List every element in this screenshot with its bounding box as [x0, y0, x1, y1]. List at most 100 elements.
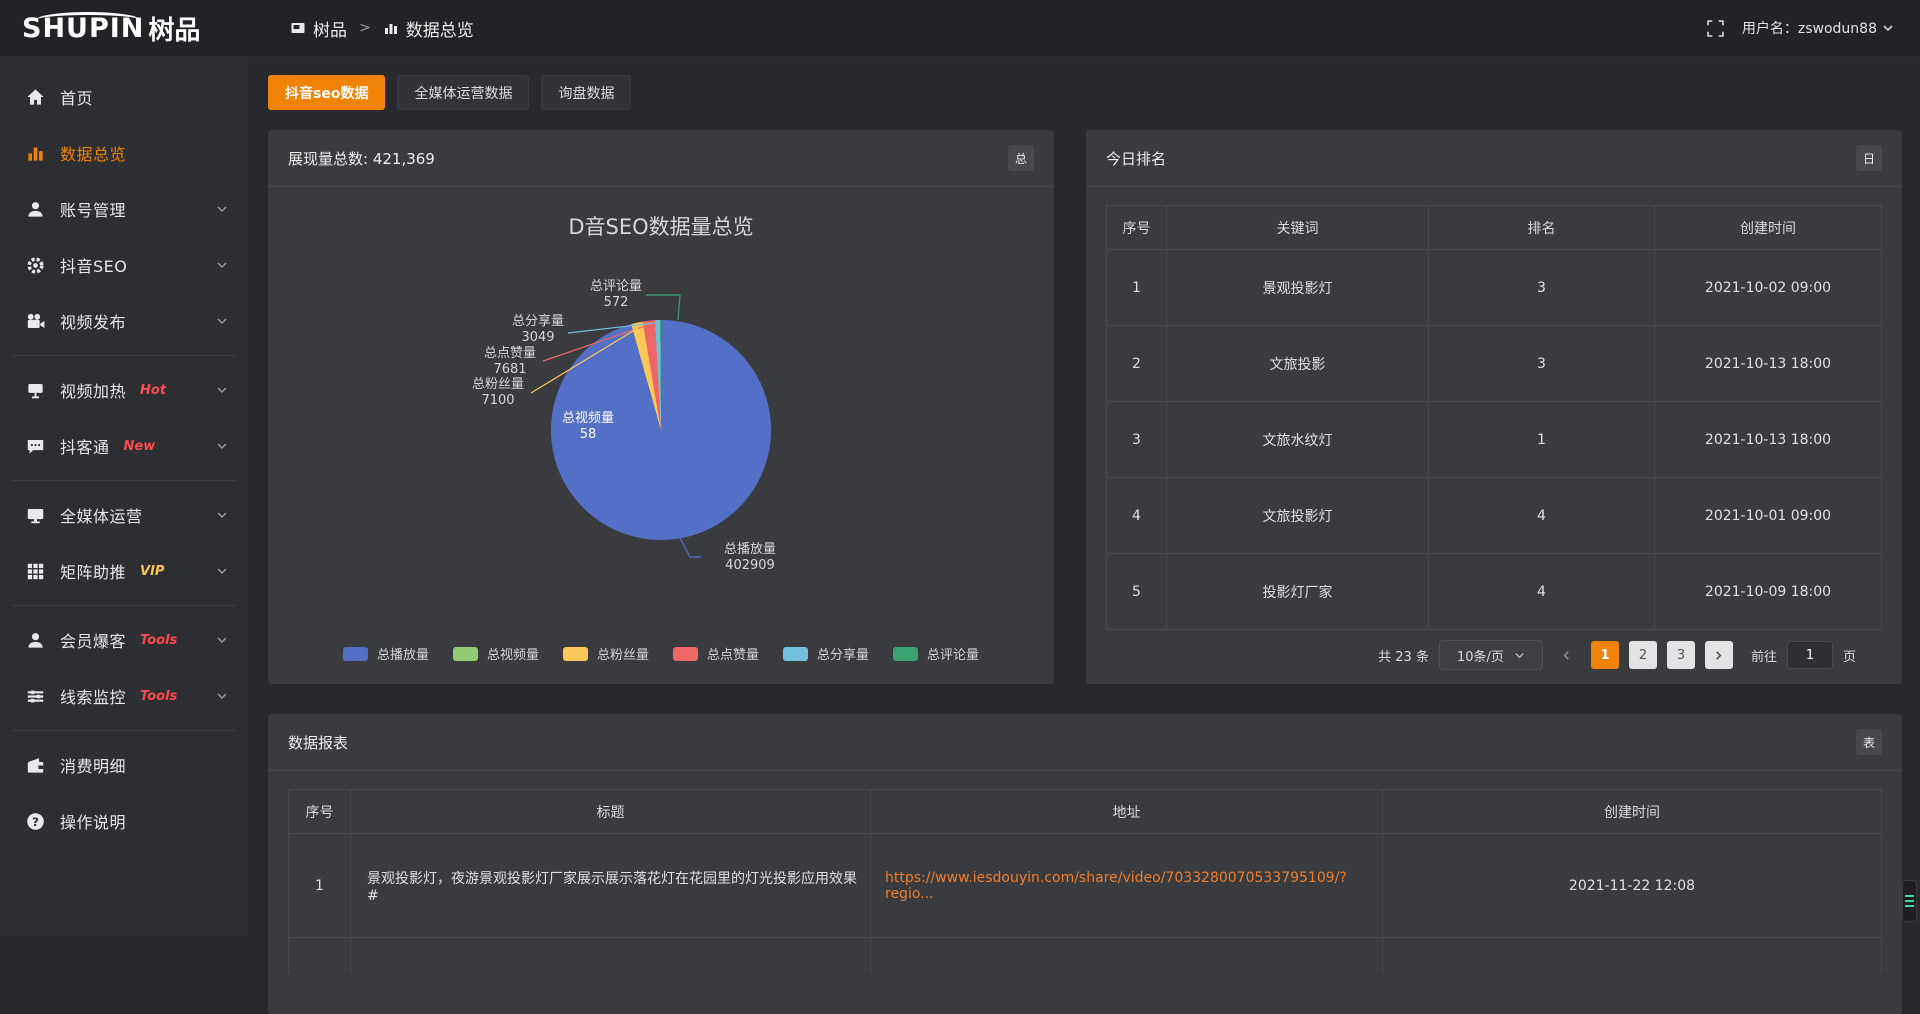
tab-media-operation-data[interactable]: 全媒体运营数据: [397, 75, 529, 110]
chevron-down-icon: [1882, 22, 1894, 34]
video-camera-icon: [26, 312, 45, 331]
prev-page-button[interactable]: [1553, 641, 1581, 669]
legend-item[interactable]: 总播放量: [343, 644, 429, 663]
column-header-created: 创建时间: [1655, 206, 1882, 250]
sidebar-item-label: 抖音SEO: [60, 253, 127, 277]
table-cell: 4: [1429, 554, 1655, 630]
sidebar: 首页 数据总览 账号管理 抖音SEO 视频发布 视频加热 Hot: [0, 57, 248, 936]
pie-label-value: 58: [562, 427, 614, 443]
breadcrumb-current-label: 数据总览: [406, 16, 474, 41]
tools-badge: Tools: [140, 633, 177, 648]
sidebar-item-matrix-boost[interactable]: 矩阵助推 VIP: [0, 543, 248, 599]
chart-title: D音SEO数据量总览: [568, 211, 753, 241]
sidebar-item-account[interactable]: 账号管理: [0, 181, 248, 237]
table-cell: 4: [1429, 478, 1655, 554]
sidebar-item-media-operation[interactable]: 全媒体运营: [0, 487, 248, 543]
main-content: 抖音seo数据 全媒体运营数据 询盘数据 展现量总数: 421,369 总 D音…: [248, 57, 1920, 936]
table-row: 5投影灯厂家42021-10-09 18:00: [1107, 554, 1882, 630]
gear-icon: [26, 256, 45, 275]
table-row: [289, 938, 1882, 974]
table-row: 4文旅投影灯42021-10-01 09:00: [1107, 478, 1882, 554]
sidebar-item-video-publish[interactable]: 视频发布: [0, 293, 248, 349]
tools-badge: Tools: [140, 689, 177, 704]
goto-page-input[interactable]: [1787, 641, 1833, 669]
sidebar-item-member-baoke[interactable]: 会员爆客 Tools: [0, 612, 248, 668]
column-header-keyword: 关键词: [1167, 206, 1429, 250]
report-panel: 数据报表 表 序号 标题 地址 创建时间 1景观投影灯，夜游景观投影灯厂家展示展…: [268, 714, 1902, 1014]
table-cell: [289, 938, 351, 974]
user-menu[interactable]: 用户名：zswodun88: [1742, 18, 1894, 38]
cell-index: 1: [289, 834, 351, 938]
legend-item[interactable]: 总评论量: [893, 644, 979, 663]
breadcrumb-root-label: 树品: [313, 16, 347, 41]
video-url-link[interactable]: https://www.iesdouyin.com/share/video/70…: [885, 870, 1347, 902]
pie-label-name: 总评论量: [590, 279, 642, 295]
billboard-icon: [26, 381, 45, 400]
breadcrumb-root[interactable]: 树品: [290, 16, 347, 41]
logo[interactable]: SHUPIN 树品: [0, 10, 248, 47]
page-button-1[interactable]: 1: [1591, 641, 1619, 669]
column-header-index: 序号: [289, 790, 351, 834]
chevron-down-icon: [216, 315, 228, 327]
breadcrumb-current[interactable]: 数据总览: [383, 16, 474, 41]
chevron-down-icon: [216, 690, 228, 702]
legend-item[interactable]: 总粉丝量: [563, 644, 649, 663]
sidebar-item-home[interactable]: 首页: [0, 69, 248, 125]
legend-item[interactable]: 总点赞量: [673, 644, 759, 663]
sidebar-item-consumption-detail[interactable]: 消费明细: [0, 737, 248, 793]
page-root: { "theme": { "accent_orange": "#f08307",…: [0, 0, 1920, 936]
sidebar-item-data-overview[interactable]: 数据总览: [0, 125, 248, 181]
leader-line-comments: [646, 295, 680, 320]
scrollbar-widget[interactable]: [1902, 880, 1917, 922]
chevron-down-icon: [216, 259, 228, 271]
legend-swatch: [563, 647, 588, 661]
chart-panel: 展现量总数: 421,369 总 D音SEO数据量总览 总评论量 572: [268, 130, 1054, 684]
chevron-down-icon: [216, 203, 228, 215]
data-tabs: 抖音seo数据 全媒体运营数据 询盘数据: [268, 75, 1902, 110]
sidebar-item-label: 全媒体运营: [60, 503, 143, 527]
ranking-panel: 今日排名 日 序号 关键词 排名 创建时间 1景观投影灯32021-10-02 …: [1086, 130, 1902, 684]
sidebar-item-label: 矩阵助推: [60, 559, 126, 583]
sidebar-item-clue-monitor[interactable]: 线索监控 Tools: [0, 668, 248, 724]
pie-label-name: 总视频量: [562, 411, 614, 427]
table-cell: 景观投影灯: [1167, 250, 1429, 326]
page-size-select[interactable]: 10条/页: [1439, 640, 1543, 670]
pie-label-plays: 总播放量 402909: [724, 542, 776, 574]
table-header-row: 序号 关键词 排名 创建时间: [1107, 206, 1882, 250]
chat-bubble-icon: [26, 437, 45, 456]
legend-item[interactable]: 总分享量: [783, 644, 869, 663]
sidebar-divider: [12, 480, 236, 481]
ranking-table-body: 1景观投影灯32021-10-02 09:002文旅投影32021-10-13 …: [1107, 250, 1882, 630]
next-page-button[interactable]: [1705, 641, 1733, 669]
pie-label-shares: 总分享量 3049: [512, 314, 564, 346]
page-button-3[interactable]: 3: [1667, 641, 1695, 669]
tab-douyin-seo-data[interactable]: 抖音seo数据: [268, 75, 385, 110]
cell-url[interactable]: https://www.iesdouyin.com/share/video/70…: [871, 834, 1383, 938]
grid-icon: [26, 562, 45, 581]
pie-label-value: 7681: [484, 362, 536, 378]
person-icon: [26, 631, 45, 650]
legend-item[interactable]: 总视频量: [453, 644, 539, 663]
pie-label-value: 572: [590, 295, 642, 311]
sidebar-item-video-heat[interactable]: 视频加热 Hot: [0, 362, 248, 418]
sidebar-item-instructions[interactable]: ? 操作说明: [0, 793, 248, 849]
pie-label-likes: 总点赞量 7681: [484, 346, 536, 378]
sidebar-item-douyin-seo[interactable]: 抖音SEO: [0, 237, 248, 293]
total-badge-button[interactable]: 总: [1008, 145, 1034, 171]
sidebar-item-label: 线索监控: [60, 684, 126, 708]
pie-label-value: 7100: [472, 393, 524, 409]
page-button-2[interactable]: 2: [1629, 641, 1657, 669]
new-badge: New: [124, 439, 156, 454]
day-badge-button[interactable]: 日: [1856, 145, 1882, 171]
svg-text:?: ?: [32, 814, 39, 828]
table-badge-button[interactable]: 表: [1856, 729, 1882, 755]
column-header-url: 地址: [871, 790, 1383, 834]
sliders-icon: [26, 687, 45, 706]
report-table: 序号 标题 地址 创建时间 1景观投影灯，夜游景观投影灯厂家展示展示落花灯在花园…: [288, 789, 1882, 974]
legend-swatch: [783, 647, 808, 661]
fullscreen-icon[interactable]: [1707, 20, 1724, 37]
sidebar-item-label: 首页: [60, 85, 93, 109]
tab-inquiry-data[interactable]: 询盘数据: [541, 75, 631, 110]
sidebar-item-douketong[interactable]: 抖客通 New: [0, 418, 248, 474]
legend-swatch: [453, 647, 478, 661]
